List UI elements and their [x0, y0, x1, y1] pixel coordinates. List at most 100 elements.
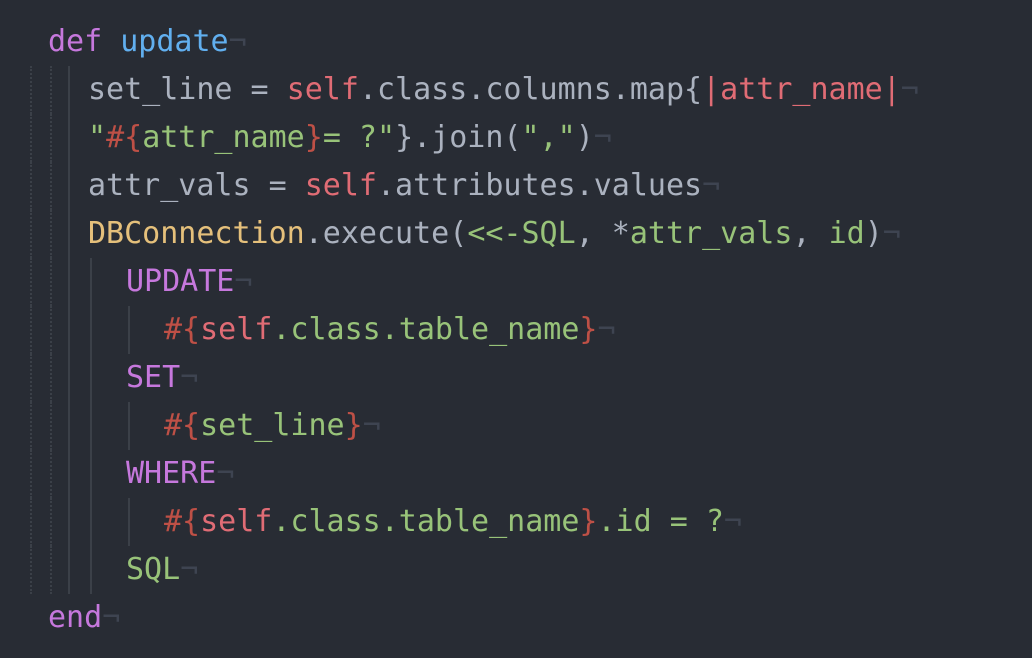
code-token: .execute( [304, 216, 468, 251]
indent-guide [30, 162, 32, 210]
indent-guide [50, 498, 52, 546]
indent-guide [90, 402, 92, 450]
code-token: , [792, 216, 829, 251]
code-text[interactable]: #{set_line}¬ [164, 402, 381, 450]
code-token: #{ [106, 120, 143, 155]
code-token: #{ [164, 312, 201, 347]
code-text[interactable]: #{self.class.table_name}.id = ?¬ [164, 498, 742, 546]
indent-guide [30, 498, 32, 546]
code-token: #{ [164, 504, 201, 539]
code-token: def [48, 24, 103, 59]
code-token: .class.table_name [272, 504, 580, 539]
code-line: UPDATE¬ [0, 258, 1032, 306]
code-token: update [120, 24, 229, 59]
code-line: "#{attr_name}= ?"}.join(",")¬ [0, 114, 1032, 162]
code-text[interactable]: def update¬ [48, 18, 247, 66]
code-line: DBConnection.execute(<<-SQL, *attr_vals,… [0, 210, 1032, 258]
code-token: " [88, 120, 107, 155]
eol-marker: ¬ [882, 216, 901, 251]
code-line: end¬ [0, 594, 1032, 642]
code-token: set_line [88, 72, 233, 107]
indent-guide [128, 306, 130, 354]
code-token: } [579, 504, 598, 539]
eol-marker: ¬ [593, 120, 612, 155]
code-token: WHERE [126, 456, 217, 491]
indent-guide [50, 354, 52, 402]
indent-guide [50, 402, 52, 450]
code-text[interactable]: #{self.class.table_name}¬ [164, 306, 616, 354]
code-token: } [304, 120, 323, 155]
eol-marker: ¬ [102, 600, 121, 635]
code-token: .class.columns.map{ [358, 72, 703, 107]
code-text[interactable]: SET¬ [126, 354, 198, 402]
code-token: .attributes.values [377, 168, 703, 203]
indent-guide [50, 114, 52, 162]
code-token: }.join( [395, 120, 522, 155]
code-token: #{ [164, 408, 201, 443]
indent-guide [30, 258, 32, 306]
code-token: .id = ? [597, 504, 724, 539]
indent-guide [68, 402, 70, 450]
indent-guide [90, 258, 92, 306]
code-token: attr_name [142, 120, 305, 155]
code-token: set_line [200, 408, 345, 443]
code-line: #{self.class.table_name}.id = ?¬ [0, 498, 1032, 546]
indent-guide [50, 258, 52, 306]
code-token: SET [126, 360, 181, 395]
code-token: .class.table_name [272, 312, 580, 347]
code-token: DBConnection [88, 216, 305, 251]
code-text[interactable]: end¬ [48, 594, 120, 642]
code-token: "," [521, 120, 576, 155]
code-token: = [232, 72, 287, 107]
indent-guide [50, 306, 52, 354]
indent-guide [68, 546, 70, 594]
code-line: def update¬ [0, 18, 1032, 66]
code-token: , * [575, 216, 630, 251]
code-line: #{set_line}¬ [0, 402, 1032, 450]
code-text[interactable]: WHERE¬ [126, 450, 234, 498]
eol-marker: ¬ [180, 552, 199, 587]
indent-guide [30, 402, 32, 450]
indent-guide [50, 66, 52, 114]
indent-guide [30, 114, 32, 162]
code-token: self [200, 504, 273, 539]
code-editor[interactable]: def update¬ set_line = self.class.columns… [0, 0, 1032, 658]
code-line: WHERE¬ [0, 450, 1032, 498]
code-text[interactable]: SQL¬ [126, 546, 198, 594]
indent-guide [30, 354, 32, 402]
code-text[interactable]: set_line = self.class.columns.map{|attr_… [88, 66, 919, 114]
code-token: UPDATE [126, 264, 235, 299]
code-token: end [48, 600, 103, 635]
indent-guide [30, 66, 32, 114]
eol-marker: ¬ [702, 168, 721, 203]
indent-guide [68, 162, 70, 210]
eol-marker: ¬ [234, 264, 253, 299]
indent-guide [68, 306, 70, 354]
code-text[interactable]: attr_vals = self.attributes.values¬ [88, 162, 720, 210]
code-token: <<-SQL [467, 216, 576, 251]
eol-marker: ¬ [180, 360, 199, 395]
indent-guide [68, 354, 70, 402]
code-line: SQL¬ [0, 546, 1032, 594]
code-token: self [286, 72, 359, 107]
indent-guide [90, 498, 92, 546]
indent-guide [30, 306, 32, 354]
eol-marker: ¬ [597, 312, 616, 347]
code-token: = [250, 168, 305, 203]
code-text[interactable]: "#{attr_name}= ?"}.join(",")¬ [88, 114, 612, 162]
code-text[interactable]: DBConnection.execute(<<-SQL, *attr_vals,… [88, 210, 901, 258]
code-line: set_line = self.class.columns.map{|attr_… [0, 66, 1032, 114]
code-token: self [304, 168, 377, 203]
indent-guide [50, 162, 52, 210]
indent-guide [128, 498, 130, 546]
eol-marker: ¬ [216, 456, 235, 491]
indent-guide [30, 450, 32, 498]
indent-guide [90, 354, 92, 402]
indent-guide [90, 546, 92, 594]
indent-guide [68, 258, 70, 306]
indent-guide [30, 546, 32, 594]
code-text[interactable]: UPDATE¬ [126, 258, 252, 306]
code-token: } [344, 408, 363, 443]
eol-marker: ¬ [228, 24, 247, 59]
